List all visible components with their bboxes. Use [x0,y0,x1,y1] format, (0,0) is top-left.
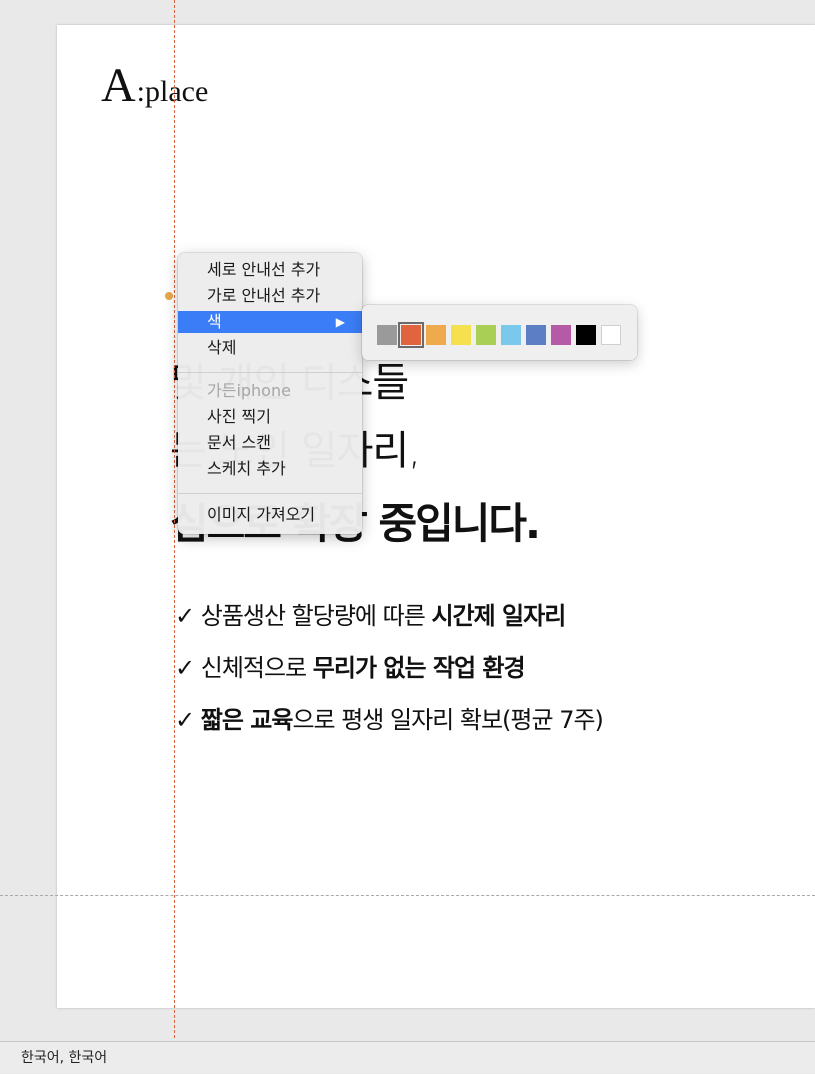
check-icon: ✓ [175,706,195,734]
bullet-text [194,706,201,734]
check-icon: ✓ [175,602,195,630]
logo-text: :place [136,75,209,108]
bullet-item: ✓ 상품생산 할당량에 따른 시간제 일자리 [175,596,603,648]
bullet-text-after: 으로 평생 일자리 확보(평균 7주) [292,706,603,734]
swatch-white[interactable] [601,325,621,345]
bullet-bold-text: 짧은 교육 [200,706,294,734]
vertical-guide[interactable] [174,0,175,1038]
bullet-bold-text: 무리가 없는 작업 환경 [312,654,526,682]
menu-separator [178,493,362,494]
swatch-green[interactable] [476,325,496,345]
menu-item-scan-documents[interactable]: 문서 스캔 [178,432,362,454]
menu-item-add-vertical-guide[interactable]: 세로 안내선 추가 [178,259,362,281]
menu-separator [178,372,362,373]
swatch-black[interactable] [576,325,596,345]
bullet-bold-text: 시간제 일자리 [431,602,566,630]
horizontal-guide[interactable] [0,895,815,896]
aplace-logo: A:place [101,58,208,113]
logo-letter: A [101,59,137,112]
menu-item-color[interactable]: 색 ▶ [178,311,362,333]
language-status[interactable]: 한국어, 한국어 [21,1050,107,1066]
context-menu: 세로 안내선 추가 가로 안내선 추가 색 ▶ 삭제 가든iphone 사진 찍… [178,253,362,534]
menu-item-take-photo[interactable]: 사진 찍기 [178,406,362,428]
status-bar: 한국어, 한국어 [0,1041,815,1073]
swatch-gray[interactable] [377,325,397,345]
bullet-text: 상품생산 할당량에 따른 [194,602,432,630]
menu-item-add-sketch[interactable]: 스케치 추가 [178,458,362,480]
swatch-purple[interactable] [551,325,571,345]
swatch-yellow[interactable] [451,325,471,345]
menu-item-delete[interactable]: 삭제 [178,337,362,359]
bullet-item: ✓ 짧은 교육으로 평생 일자리 확보(평균 7주) [175,700,604,752]
guide-handle[interactable] [165,292,173,300]
menu-item-add-horizontal-guide[interactable]: 가로 안내선 추가 [178,285,362,307]
menu-item-color-label: 색 [207,312,222,331]
submenu-arrow-icon: ▶ [335,315,345,329]
bullet-text: 신체적으로 [194,654,313,682]
menu-item-import-image[interactable]: 이미지 가져오기 [178,504,362,526]
bullet-list[interactable]: ✓ 상품생산 할당량에 따른 시간제 일자리 ✓ 신체적으로 무리가 없는 작업… [175,596,604,752]
swatch-light-blue[interactable] [501,325,521,345]
menu-section-device: 가든iphone [207,381,291,400]
swatch-orange[interactable] [426,325,446,345]
swatch-blue[interactable] [526,325,546,345]
swatch-red[interactable] [398,322,424,348]
bullet-item: ✓ 신체적으로 무리가 없는 작업 환경 [175,648,603,700]
color-submenu [362,305,637,360]
check-icon: ✓ [175,654,195,682]
